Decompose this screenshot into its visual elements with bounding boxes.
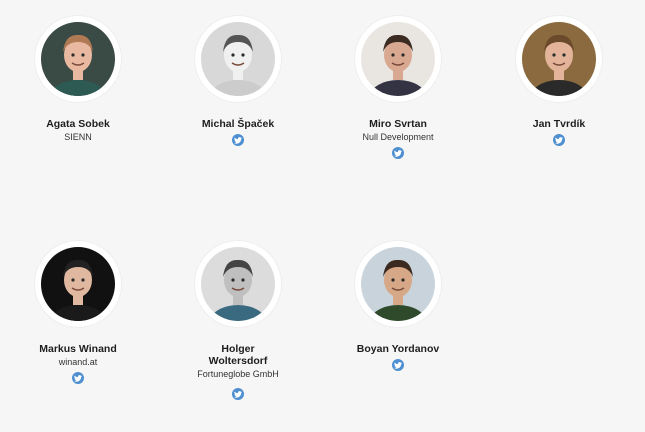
speaker-card: Miro Svrtan Null Development [328,16,468,164]
twitter-icon[interactable] [392,147,404,159]
person-photo-icon [201,22,275,96]
speaker-company: Fortuneglobe GmbH [197,369,279,379]
speaker-name: Agata Sobek [46,118,110,130]
speaker-name: Markus Winand [39,343,117,355]
person-photo-icon [41,247,115,321]
twitter-icon[interactable] [72,372,84,384]
person-photo-icon [201,247,275,321]
avatar-ring [35,241,121,327]
avatar-ring [355,16,441,102]
avatar[interactable] [201,22,275,96]
speaker-card: Markus Winand winand.at [8,241,148,389]
person-photo-icon [361,247,435,321]
avatar-ring [355,241,441,327]
person-photo-icon [361,22,435,96]
twitter-icon[interactable] [553,134,565,146]
twitter-icon[interactable] [232,388,244,400]
avatar[interactable] [522,22,596,96]
twitter-icon[interactable] [232,134,244,146]
avatar[interactable] [41,247,115,321]
avatar-ring [195,241,281,327]
avatar-ring [35,16,121,102]
speaker-name: Holger Woltersdorf [208,343,268,367]
speaker-name: Jan Tvrdík [532,118,586,130]
person-photo-icon [522,22,596,96]
speaker-name: Boyan Yordanov [356,343,440,355]
avatar-ring [516,16,602,102]
avatar[interactable] [41,22,115,96]
avatar[interactable] [361,22,435,96]
speaker-company: winand.at [58,357,98,367]
speaker-card: Agata Sobek SIENN [8,16,148,143]
speaker-company: SIENN [64,132,92,142]
speaker-name: Miro Svrtan [369,118,427,130]
twitter-icon[interactable] [392,359,404,371]
speaker-card: Jan Tvrdík [489,16,629,151]
speaker-company: Null Development [362,132,434,142]
avatar-ring [195,16,281,102]
speaker-card: Holger Woltersdorf Fortuneglobe GmbH [168,241,308,405]
avatar[interactable] [201,247,275,321]
person-photo-icon [41,22,115,96]
speaker-card: Michal Špaček [168,16,308,151]
speaker-name: Michal Špaček [201,118,275,130]
avatar[interactable] [361,247,435,321]
speaker-card: Boyan Yordanov [328,241,468,376]
